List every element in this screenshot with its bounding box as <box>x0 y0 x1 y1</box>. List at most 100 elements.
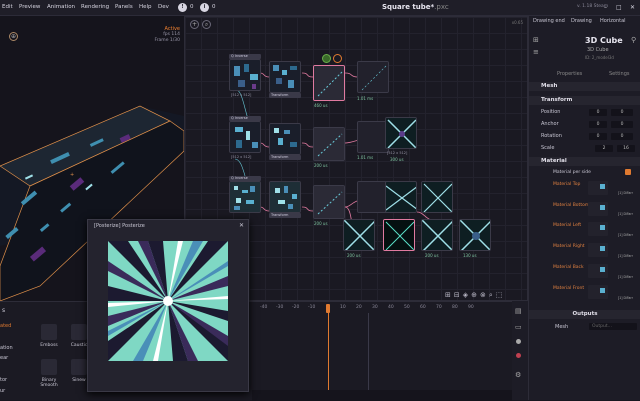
node-output-4[interactable] <box>459 219 491 251</box>
material-bottom-thumb[interactable] <box>588 202 608 216</box>
lock-icon[interactable]: ⚲ <box>631 36 636 44</box>
node-header-transform[interactable]: Transform <box>269 93 301 98</box>
node-transform-2[interactable] <box>269 123 301 155</box>
binary-smooth-node-icon[interactable] <box>41 359 57 375</box>
node-kaleido-1[interactable] <box>385 117 417 149</box>
tab-drawing[interactable]: Drawing <box>571 18 592 24</box>
graph-toolbar[interactable]: ⊞⊟◈⊕⊗⌕⬚ <box>445 291 505 300</box>
collection-side-item-4[interactable]: tor <box>0 377 7 383</box>
node-kaleido-3[interactable] <box>421 181 453 213</box>
menu-help[interactable]: Help <box>139 4 152 10</box>
preview-window[interactable]: [Posterize] Posterize ✕ <box>87 219 249 392</box>
node-tile-1[interactable] <box>313 65 345 101</box>
node-header-transform-2[interactable]: Transform <box>269 155 301 160</box>
record-icon[interactable] <box>516 339 521 344</box>
node-kaleido-2[interactable] <box>385 181 417 213</box>
folder-icon[interactable]: ▭ <box>515 323 522 331</box>
warning-icon[interactable]: ! <box>178 3 187 12</box>
render-icon[interactable] <box>333 54 342 63</box>
node-tile-2[interactable] <box>313 127 345 161</box>
node-tile-3[interactable] <box>313 185 345 219</box>
label-material-front: Material Front <box>553 286 585 291</box>
close-window-button[interactable]: ✕ <box>630 4 635 11</box>
node-time-8: 200 us <box>425 253 439 258</box>
material-left-thumb[interactable] <box>588 222 608 236</box>
section-transform[interactable]: Transform <box>529 96 640 105</box>
emboss-node-icon[interactable] <box>41 324 57 340</box>
material-back-thumb[interactable] <box>588 264 608 278</box>
label-material-left: Material Left <box>553 223 582 228</box>
menu-animation[interactable]: Animation <box>47 4 75 10</box>
rotation-x[interactable]: 0 <box>589 133 607 140</box>
menu-panels[interactable]: Panels <box>115 4 133 10</box>
scale-y[interactable]: 16 <box>617 145 635 152</box>
collection-side-item-3[interactable]: ear <box>0 355 8 361</box>
menu-rendering[interactable]: Rendering <box>81 4 109 10</box>
timeline-tick: 20 <box>356 305 362 310</box>
preview-close-icon[interactable]: ✕ <box>239 222 244 229</box>
timeline-side-toolbar: ▤ ▭ ⚙ <box>512 301 528 400</box>
enable-icon[interactable] <box>322 54 331 63</box>
keyframe-icon[interactable] <box>516 353 521 358</box>
node-time-9: 130 us <box>463 253 477 258</box>
error-icon[interactable]: i <box>200 3 209 12</box>
node-output-1[interactable] <box>343 219 375 251</box>
node-output-2[interactable] <box>383 219 415 251</box>
tab-horizontal[interactable]: Horizontal <box>600 18 626 24</box>
sinew-node-icon[interactable] <box>71 359 87 375</box>
caustic-node-icon[interactable] <box>71 324 87 340</box>
rotation-y[interactable]: 0 <box>611 133 633 140</box>
layers-icon[interactable]: ▤ <box>515 307 522 315</box>
scale-x[interactable]: 2 <box>595 145 613 152</box>
tab-properties[interactable]: Properties <box>557 71 582 77</box>
node-transform-3[interactable] <box>269 181 301 213</box>
timeline-scrubber[interactable] <box>252 390 512 401</box>
mat-tag-front: [1] DiFarr <box>618 296 633 300</box>
node-header-transform-3[interactable]: Transform <box>269 213 301 218</box>
minimize-button[interactable]: – <box>604 4 607 11</box>
menu-dev[interactable]: Dev <box>158 4 169 10</box>
node-size-1: [512 x 512] <box>231 93 252 97</box>
tab-settings[interactable]: Settings <box>609 71 630 77</box>
settings-icon[interactable]: ⚙ <box>515 371 521 379</box>
node-noise-1[interactable] <box>229 59 261 91</box>
section-material[interactable]: Material <box>529 157 640 166</box>
timeline-tick: 40 <box>388 305 394 310</box>
tab-drawing-end[interactable]: Drawing end <box>533 18 565 24</box>
node-id: ID: 2_model3d <box>585 55 614 60</box>
timeline-tick: 90 <box>468 305 474 310</box>
maximize-button[interactable]: □ <box>616 4 622 11</box>
position-x[interactable]: 0 <box>589 109 607 116</box>
node-time-3: 200 us <box>314 163 328 168</box>
timeline-tick: 10 <box>340 305 346 310</box>
anchor-y[interactable]: 0 <box>611 121 633 128</box>
node-transform-1[interactable] <box>269 61 301 93</box>
mat-tag-back: [1] DiFarr <box>618 275 633 279</box>
menu-preview[interactable]: Preview <box>19 4 40 10</box>
collection-side-item-5[interactable]: ur <box>0 388 5 394</box>
collection-side-item-1[interactable]: ated <box>0 323 11 329</box>
anchor-x[interactable]: 0 <box>589 121 607 128</box>
material-front-thumb[interactable] <box>588 285 608 299</box>
menu-edit[interactable]: Edit <box>2 4 13 10</box>
section-mesh[interactable]: Mesh <box>529 82 640 91</box>
grid-icon[interactable]: ⊞ <box>533 36 539 44</box>
project-title: Square tube*.pxc <box>382 3 449 11</box>
timeline-tick: 30 <box>372 305 378 310</box>
material-right-thumb[interactable] <box>588 243 608 257</box>
playhead[interactable] <box>326 304 330 313</box>
position-y[interactable]: 0 <box>611 109 633 116</box>
node-noise-3[interactable] <box>229 181 261 213</box>
section-outputs[interactable]: Outputs <box>529 310 640 319</box>
node-output-3[interactable] <box>421 219 453 251</box>
collection-side-item-2[interactable]: ation <box>0 345 13 351</box>
material-per-side-checkbox[interactable] <box>625 169 631 175</box>
list-icon[interactable]: ≡ <box>533 48 539 56</box>
timeline-tick: -20 <box>292 305 300 310</box>
label-material-right: Material Right <box>553 244 585 249</box>
timeline-panel[interactable]: -40 -30 -20 -10 0 10 20 30 40 50 60 70 8… <box>252 301 512 401</box>
node-noise-2[interactable] <box>229 121 261 153</box>
mesh-output-field[interactable]: Output... <box>589 323 637 330</box>
node-blend-1[interactable] <box>357 61 389 93</box>
material-top-thumb[interactable] <box>588 181 608 195</box>
